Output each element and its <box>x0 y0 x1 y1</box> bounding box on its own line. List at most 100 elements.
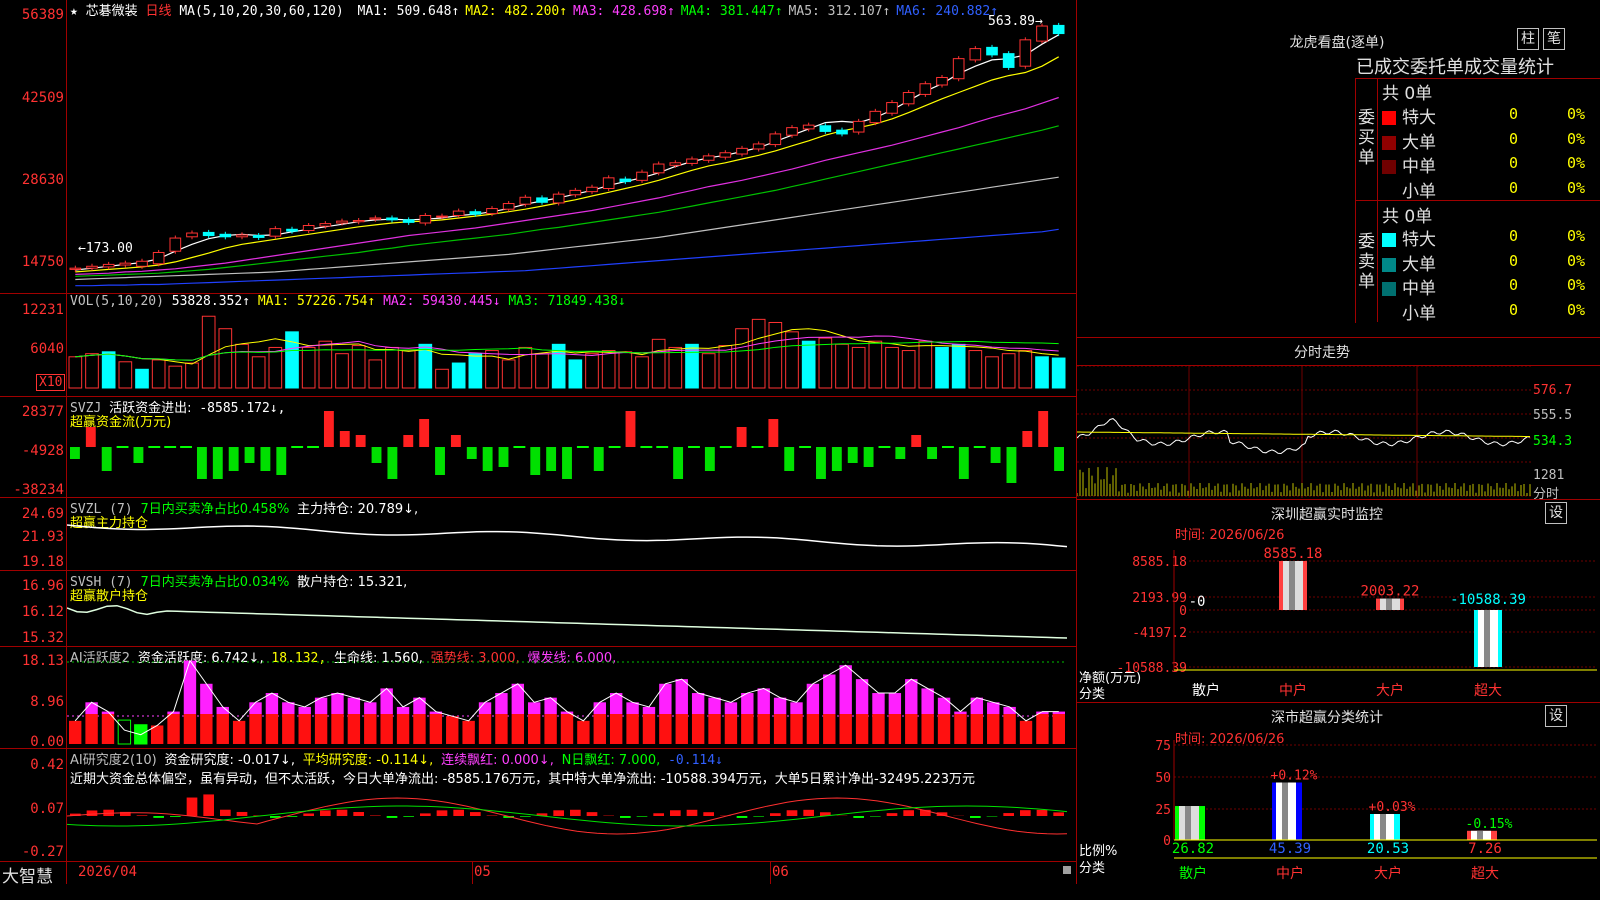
ai-bar <box>331 714 344 744</box>
stat-bar-shade <box>1477 830 1483 840</box>
research-bar <box>753 816 764 817</box>
flow-bar <box>704 447 715 471</box>
svzl-chart[interactable] <box>67 515 1075 565</box>
ai-bar <box>593 714 606 744</box>
research-bar <box>1036 809 1048 816</box>
sell-swatch-0 <box>1382 233 1396 247</box>
stat-chart[interactable]: 75 50 25 0 26.82 散户 +0.12% 45.39 中户 +0.03% 20.53 大户… <box>1077 740 1600 884</box>
candle <box>986 46 998 56</box>
candle <box>769 133 782 146</box>
sell-name-1: 大单 <box>1402 254 1436 275</box>
research-bar <box>653 813 664 816</box>
volume-bar <box>601 350 616 389</box>
ai-bar <box>888 714 902 744</box>
chart-area[interactable]: ★ 芯碁微装 日线 MA(5,10,20,30,60,120) MA1: 509… <box>0 0 1077 887</box>
candle <box>386 217 398 221</box>
flow-bar <box>387 447 398 479</box>
ai-bar-top <box>495 693 508 714</box>
minute-tick-2: 555.5 <box>1533 408 1573 423</box>
kline-chart[interactable] <box>67 16 1075 292</box>
bar-mode-button[interactable]: 柱 <box>1517 28 1539 50</box>
y-tick-svsh-2: 16.12 <box>21 604 64 620</box>
ai-bar-top <box>626 702 639 714</box>
stat-y-tick: 25 <box>1155 803 1171 818</box>
stat-category: 大户 <box>1374 865 1402 882</box>
candle <box>586 186 598 193</box>
research-bar <box>553 810 564 816</box>
sz-monitor-chart[interactable]: 8585.182193.990-4197.2-10588.39-0散户8585.… <box>1077 540 1600 700</box>
ai-bar-top <box>331 693 344 714</box>
research-bar <box>153 816 164 818</box>
flow-bar-flat <box>116 446 129 448</box>
y-tick-main-4: 14750 <box>21 254 64 270</box>
buy-count-1: 0 <box>1509 129 1519 148</box>
low-price-label: ←173.00 <box>78 241 133 256</box>
research-bar <box>770 813 781 816</box>
ai-bar <box>232 720 246 744</box>
volume-bar <box>668 346 683 389</box>
flow-bar <box>831 447 842 471</box>
flow-bar <box>450 435 461 447</box>
sz-value: -10588.39 <box>1450 592 1526 608</box>
candle <box>186 232 198 238</box>
stat-settings-button[interactable]: 设 <box>1545 705 1567 727</box>
svsh-chart[interactable] <box>67 590 1075 642</box>
ai-bar <box>921 714 934 744</box>
lock-icon[interactable] <box>1063 866 1071 874</box>
ai-bar-top <box>642 706 656 714</box>
volume-chart[interactable] <box>67 310 1075 390</box>
volume-bar <box>935 346 949 389</box>
ai-bar <box>364 714 377 744</box>
flow-bar <box>355 435 366 447</box>
ai-research-chart[interactable] <box>67 786 1075 860</box>
ai-bar <box>1019 720 1033 744</box>
sz-settings-button[interactable]: 设 <box>1545 502 1567 524</box>
volume-bar <box>885 346 899 389</box>
candle <box>702 155 715 161</box>
candle <box>869 110 882 124</box>
flow-bar <box>323 411 334 447</box>
ai-bar <box>691 714 705 744</box>
research-bar <box>320 810 331 816</box>
volume-bar <box>301 346 316 389</box>
volume-bar <box>285 331 299 389</box>
ai-bar-top <box>987 702 1000 714</box>
candle <box>119 262 132 266</box>
ai-bar <box>495 714 508 744</box>
retail-hold-line <box>67 604 1068 639</box>
svzj-chart[interactable] <box>67 405 1075 495</box>
sz-category: 大户 <box>1376 682 1404 699</box>
flow-bar <box>990 447 1001 463</box>
research-bar <box>470 812 481 816</box>
ai-bar-top <box>282 702 295 714</box>
pen-mode-button[interactable]: 笔 <box>1543 28 1565 50</box>
sell-pct-1: 0% <box>1567 251 1586 270</box>
app-name: 大智慧 <box>2 867 53 887</box>
ai-bar <box>970 714 984 744</box>
research-bar <box>970 816 981 818</box>
flow-bar-flat <box>751 446 764 448</box>
ai-bar <box>265 714 279 744</box>
flow-bar <box>673 447 684 479</box>
ai-bar <box>708 714 721 744</box>
sell-pct-2: 0% <box>1567 276 1586 294</box>
ai-bar-top <box>347 697 361 714</box>
flow-bar <box>562 447 572 479</box>
stat-category: 中户 <box>1276 865 1304 882</box>
flow-bar <box>371 447 382 463</box>
flow-bar <box>530 447 541 475</box>
ai-bar <box>577 720 590 744</box>
y-tick-ai-3: 0.00 <box>30 734 64 750</box>
flow-bar <box>768 419 779 447</box>
ai-bar <box>659 714 672 744</box>
research-bar <box>453 809 464 816</box>
ai-bar <box>528 714 541 744</box>
stat-value: 20.53 <box>1367 841 1409 857</box>
volume-bar <box>951 343 966 389</box>
flow-bar <box>260 447 271 471</box>
minute-chart[interactable] <box>1077 366 1532 498</box>
volume-bar <box>185 362 199 389</box>
volume-bar <box>501 359 516 389</box>
ai-active-chart[interactable] <box>67 660 1075 746</box>
volume-bar <box>235 343 249 389</box>
